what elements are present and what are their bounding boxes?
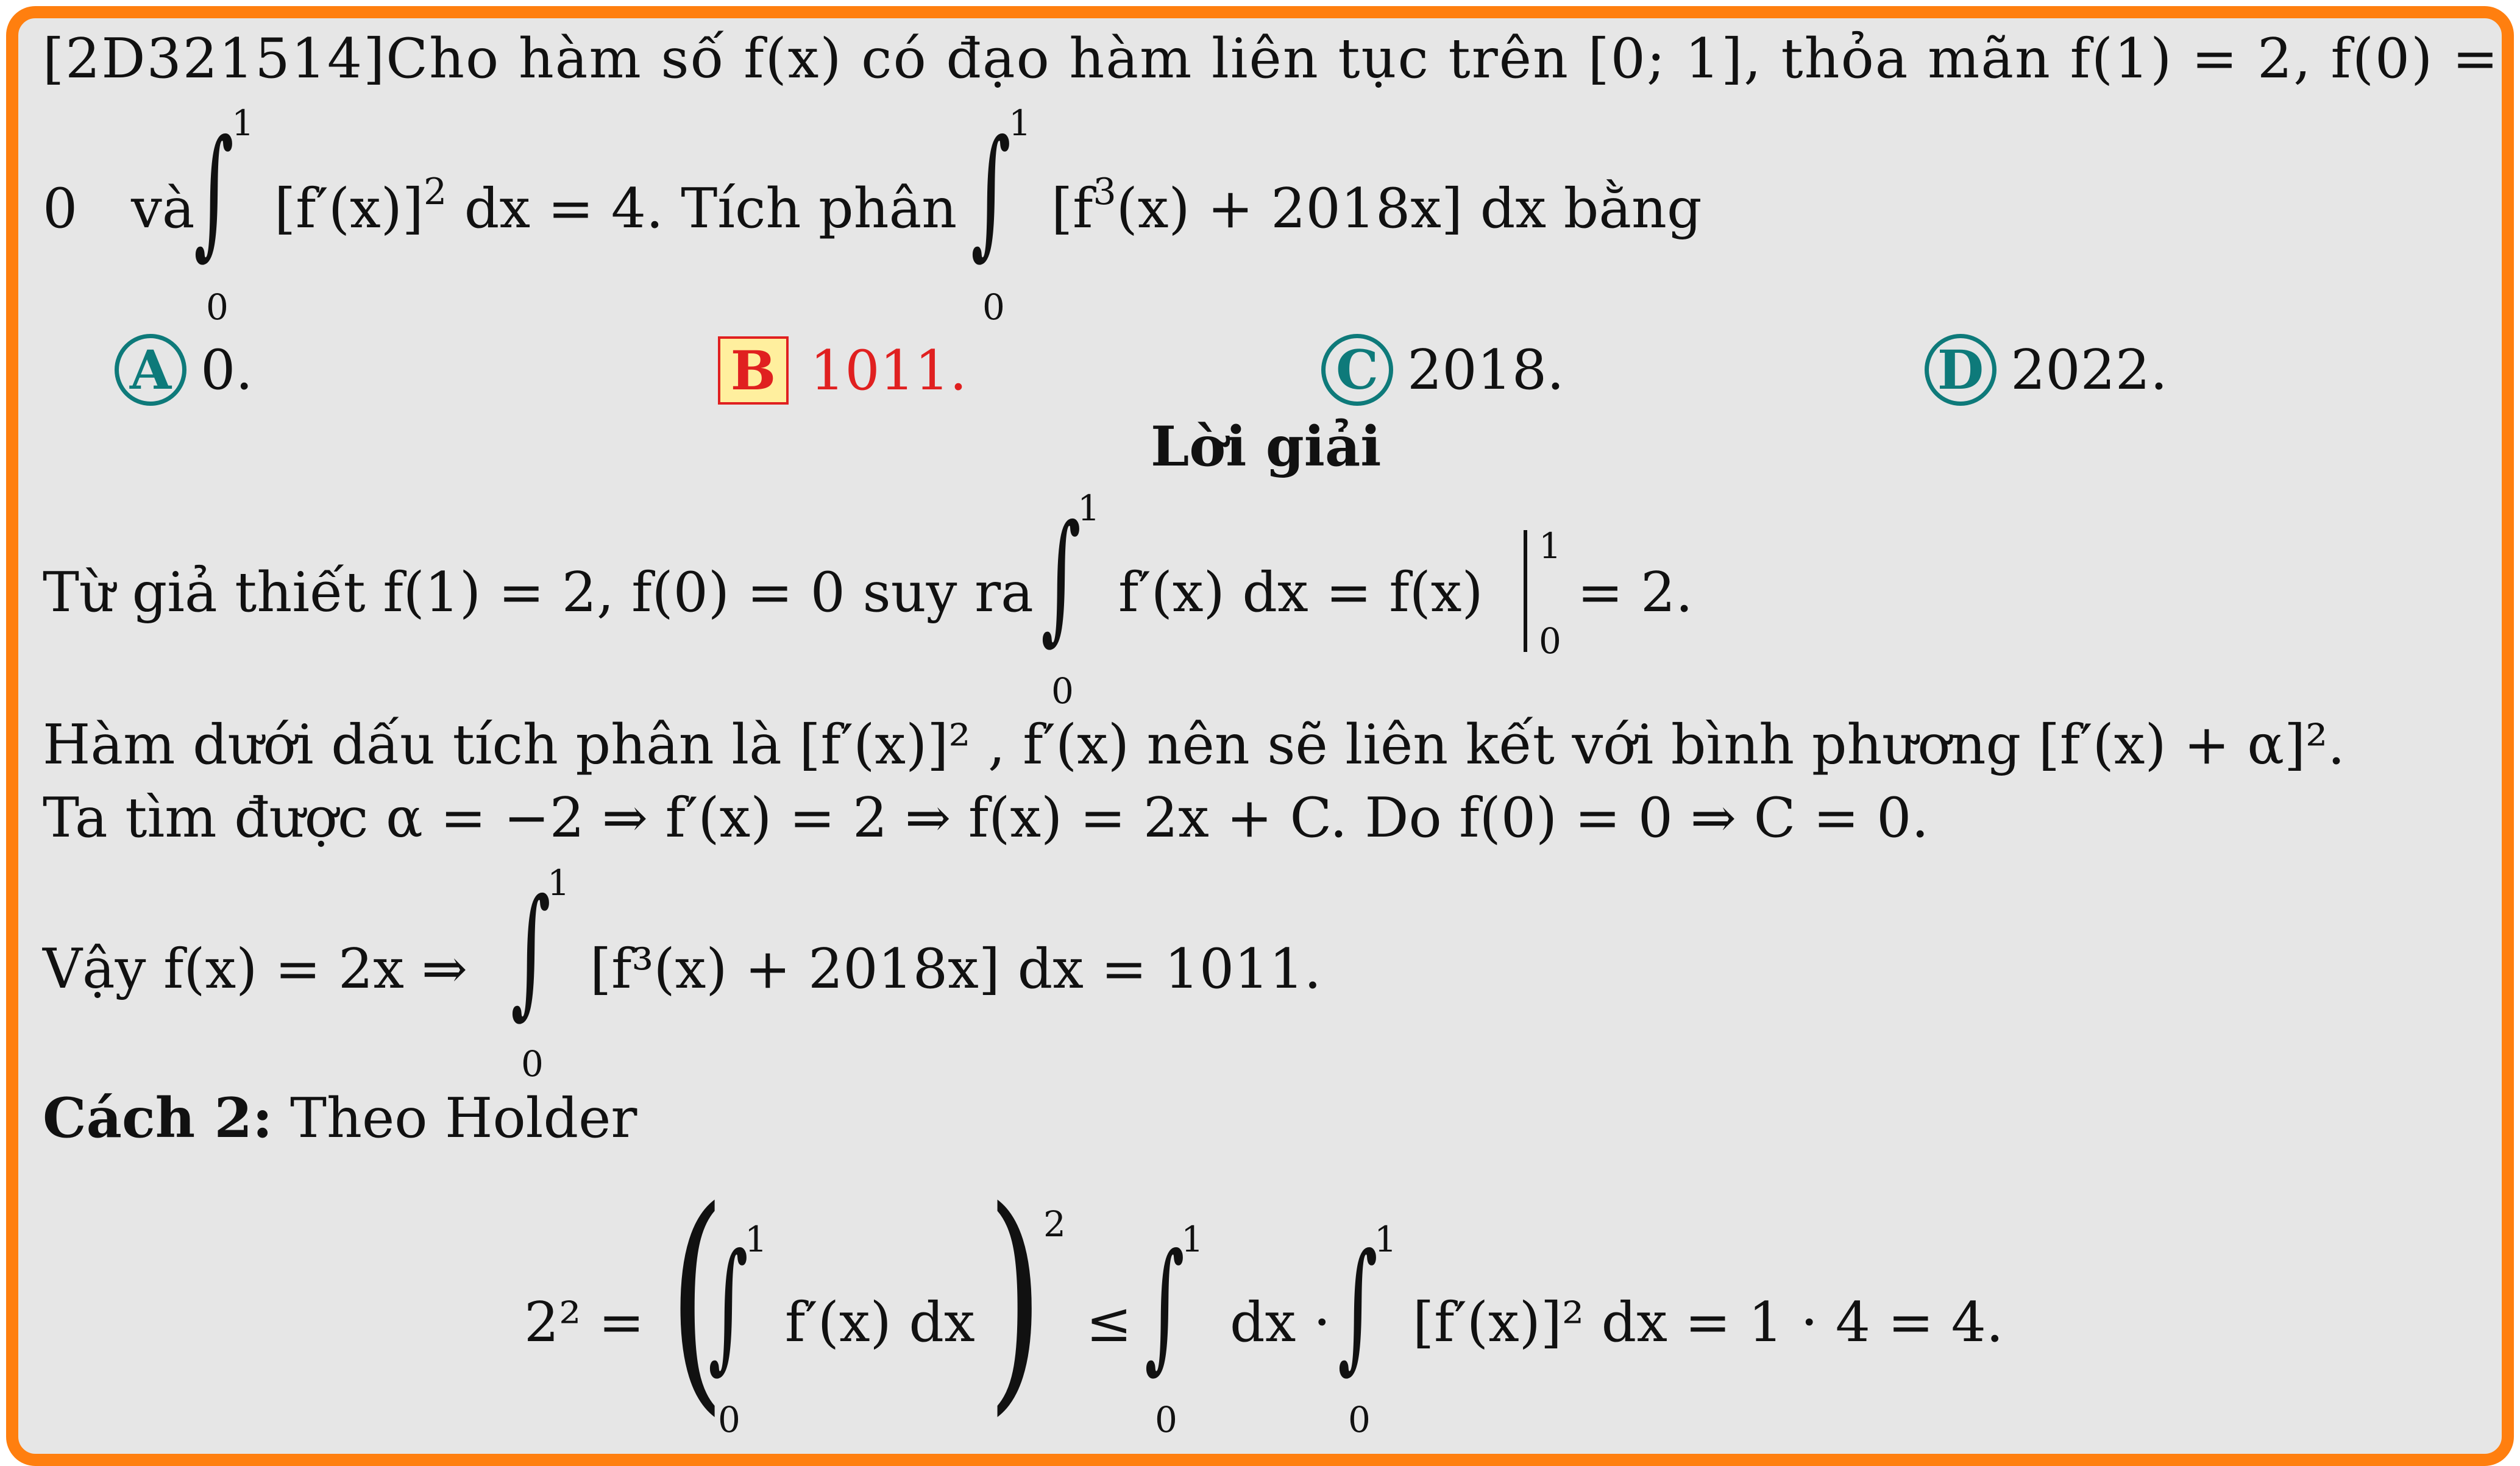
choice-b-text: 1011. bbox=[810, 339, 967, 403]
integral-1-upper: 1 bbox=[232, 102, 254, 144]
solution-line-4b: [f³(x) + 2018x] dx = 1011. bbox=[590, 937, 1322, 1001]
solution-integral-sign: ∫ bbox=[1041, 495, 1081, 658]
question-integrand-1: [f′(x)]2 dx = 4. Tích phân bbox=[274, 171, 957, 241]
method-2-label: Cách 2: bbox=[43, 1086, 273, 1150]
choice-d-text: 2022. bbox=[2011, 338, 2168, 402]
holder-int-3-sign: ∫ bbox=[1338, 1224, 1378, 1387]
integral-1-lower: 0 bbox=[206, 286, 229, 328]
choice-a-text: 0. bbox=[201, 338, 253, 402]
holder-pow: 2 bbox=[1043, 1203, 1066, 1245]
holder-leq: ≤ bbox=[1086, 1291, 1132, 1354]
right-paren: ) bbox=[987, 1160, 1043, 1436]
solution-4-integral-sign: ∫ bbox=[511, 869, 551, 1032]
integral-sign-1: ∫ bbox=[194, 110, 234, 273]
question-line-1: [2D321514]Cho hàm số f(x) có đạo hàm liê… bbox=[43, 27, 2500, 91]
solution-4-integral-lower: 0 bbox=[521, 1043, 544, 1085]
solution-line-1c: = 2. bbox=[1577, 561, 1693, 625]
choice-a[interactable]: A 0. bbox=[115, 334, 253, 406]
choice-c-text: 2018. bbox=[1407, 338, 1564, 402]
solution-line-2: Hàm dưới dấu tích phân là [f′(x)]² , f′(… bbox=[43, 713, 2345, 777]
holder-last: [f′(x)]² dx = 1 · 4 = 4. bbox=[1413, 1291, 2004, 1354]
choice-b-badge: B bbox=[718, 336, 789, 405]
choice-d-badge: D bbox=[1925, 334, 1996, 406]
evaluation-bar bbox=[1524, 530, 1527, 652]
holder-int-1-sign: ∫ bbox=[708, 1224, 748, 1387]
solution-line-3: Ta tìm được α = −2 ⇒ f′(x) = 2 ⇒ f(x) = … bbox=[43, 786, 1929, 850]
choice-c-badge: C bbox=[1321, 334, 1393, 406]
method-2-line: Cách 2: Theo Holder bbox=[43, 1086, 637, 1150]
choice-b[interactable]: B 1011. bbox=[718, 336, 967, 405]
holder-lhs: 2² = bbox=[524, 1291, 645, 1354]
holder-int-2-sign: ∫ bbox=[1145, 1224, 1185, 1387]
question-line-2-start: 0 bbox=[43, 177, 78, 241]
holder-int-1-lower: 0 bbox=[718, 1399, 740, 1440]
holder-int-3-lower: 0 bbox=[1348, 1399, 1371, 1440]
solution-integral-lower: 0 bbox=[1051, 670, 1074, 712]
holder-int-2-lower: 0 bbox=[1155, 1399, 1177, 1440]
choice-d[interactable]: D 2022. bbox=[1925, 334, 2168, 406]
question-line-2-va: và bbox=[131, 177, 195, 241]
integral-sign-2: ∫ bbox=[971, 110, 1011, 273]
integral-2-upper: 1 bbox=[1009, 102, 1031, 144]
integral-2-lower: 0 bbox=[982, 286, 1005, 328]
solution-line-1b: f′(x) dx = f(x) bbox=[1118, 561, 1483, 625]
choice-a-badge: A bbox=[115, 334, 186, 406]
holder-inner: f′(x) dx bbox=[785, 1291, 975, 1354]
evaluation-upper: 1 bbox=[1539, 525, 1561, 567]
solution-line-4a: Vậy f(x) = 2x ⇒ bbox=[43, 937, 468, 1001]
solution-line-1a: Từ giả thiết f(1) = 2, f(0) = 0 suy ra bbox=[43, 561, 1034, 625]
choice-c[interactable]: C 2018. bbox=[1321, 334, 1564, 406]
holder-dx: dx · bbox=[1230, 1291, 1331, 1354]
solution-heading: Lời giải bbox=[1151, 414, 1382, 479]
evaluation-lower: 0 bbox=[1539, 620, 1561, 662]
question-integrand-2: [f3(x) + 2018x] dx bằng bbox=[1051, 171, 1702, 241]
